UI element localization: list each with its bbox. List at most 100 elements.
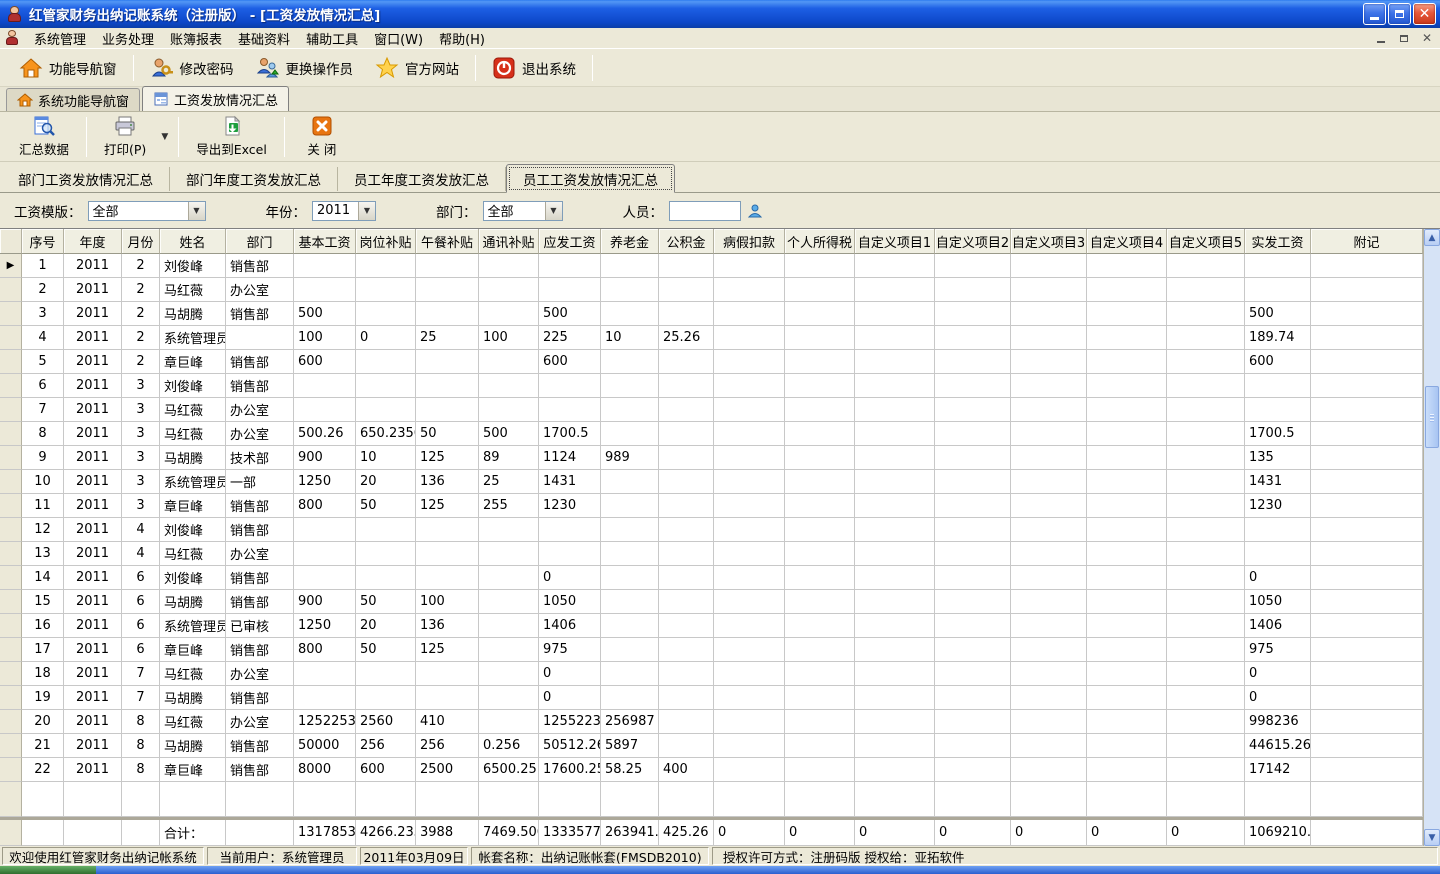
menu-reports[interactable]: 账簿报表: [162, 27, 230, 50]
column-header[interactable]: 午餐补贴: [416, 229, 479, 254]
close-button[interactable]: ✕: [1413, 3, 1436, 25]
tab-employee-salary[interactable]: 员工工资发放情况汇总: [506, 164, 675, 193]
menu-help[interactable]: 帮助(H): [431, 27, 493, 50]
table-row[interactable]: 1920117马胡腾销售部00: [0, 686, 1423, 710]
chevron-down-icon[interactable]: ▼: [188, 202, 205, 220]
cell: [1011, 662, 1087, 686]
column-header[interactable]: 月份: [122, 229, 160, 254]
cell: [1311, 446, 1423, 470]
column-header[interactable]: 序号: [22, 229, 64, 254]
template-select[interactable]: 全部 ▼: [88, 201, 206, 221]
year-select[interactable]: 2011 ▼: [312, 201, 376, 221]
cell: 600: [539, 350, 601, 374]
table-row[interactable]: 1520116马胡腾销售部9005010010501050: [0, 590, 1423, 614]
column-header[interactable]: 养老金: [601, 229, 659, 254]
summarize-data-button[interactable]: 汇总数据: [8, 112, 80, 161]
table-row[interactable]: ▶120112刘俊峰销售部: [0, 254, 1423, 278]
table-row[interactable]: 820113马红薇办公室500.26650.2356505001700.5170…: [0, 422, 1423, 446]
official-site-button[interactable]: 官方网站: [364, 51, 470, 85]
tab-nav-window[interactable]: 系统功能导航窗: [6, 88, 140, 111]
table-row[interactable]: 1120113章巨峰销售部8005012525512301230: [0, 494, 1423, 518]
table-row[interactable]: 320112马胡腾销售部500500500: [0, 302, 1423, 326]
print-button[interactable]: 打印(P): [93, 112, 157, 161]
totals-cell: [1311, 820, 1423, 846]
table-row[interactable]: 2220118章巨峰销售部800060025006500.2517600.255…: [0, 758, 1423, 782]
table-row[interactable]: 1220114刘俊峰销售部: [0, 518, 1423, 542]
column-header[interactable]: 年度: [64, 229, 122, 254]
column-header[interactable]: 部门: [226, 229, 294, 254]
menu-business[interactable]: 业务处理: [94, 27, 162, 50]
row-indicator-header: [0, 229, 22, 254]
column-header[interactable]: 基本工资: [294, 229, 356, 254]
scrollbar-thumb[interactable]: [1425, 386, 1439, 448]
change-password-button[interactable]: 修改密码: [139, 51, 245, 85]
mdi-minimize-button[interactable]: [1371, 30, 1391, 47]
dept-select[interactable]: 全部 ▼: [483, 201, 563, 221]
table-row[interactable]: 420112系统管理员1000251002251025.26189.74: [0, 326, 1423, 350]
column-header[interactable]: 实发工资: [1245, 229, 1311, 254]
chevron-down-icon[interactable]: ▼: [358, 202, 375, 220]
close-report-button[interactable]: 关 闭: [291, 112, 353, 161]
tab-salary-summary[interactable]: 工资发放情况汇总: [142, 86, 289, 111]
column-header[interactable]: 个人所得税: [785, 229, 855, 254]
cell: [601, 638, 659, 662]
table-row[interactable]: 1420116刘俊峰销售部00: [0, 566, 1423, 590]
vertical-scrollbar[interactable]: ▲ ▼: [1423, 229, 1440, 846]
tab-dept-salary[interactable]: 部门工资发放情况汇总: [2, 167, 170, 191]
tab-dept-annual[interactable]: 部门年度工资发放汇总: [170, 167, 338, 191]
table-row[interactable]: 1720116章巨峰销售部80050125975975: [0, 638, 1423, 662]
table-row[interactable]: 720113马红薇办公室: [0, 398, 1423, 422]
table-row[interactable]: 220112马红薇办公室: [0, 278, 1423, 302]
column-header[interactable]: 姓名: [160, 229, 226, 254]
tab-employee-annual[interactable]: 员工年度工资发放汇总: [338, 167, 506, 191]
column-header[interactable]: 附记: [1311, 229, 1423, 254]
chevron-down-icon[interactable]: ▼: [545, 202, 562, 220]
mdi-close-button[interactable]: ✕: [1417, 30, 1437, 47]
minimize-button[interactable]: [1363, 3, 1386, 25]
menu-tools[interactable]: 辅助工具: [298, 27, 366, 50]
menu-system[interactable]: 系统管理: [26, 27, 94, 50]
cell: [1311, 686, 1423, 710]
table-row[interactable]: 520112章巨峰销售部600600600: [0, 350, 1423, 374]
cell: [935, 374, 1011, 398]
table-row[interactable]: 620113刘俊峰销售部: [0, 374, 1423, 398]
table-row[interactable]: 920113马胡腾技术部90010125891124989135: [0, 446, 1423, 470]
column-header[interactable]: 公积金: [659, 229, 714, 254]
cell: 20: [22, 710, 64, 734]
table-row[interactable]: 1820117马红薇办公室00: [0, 662, 1423, 686]
column-header[interactable]: 应发工资: [539, 229, 601, 254]
switch-operator-button[interactable]: 更换操作员: [245, 51, 365, 85]
print-dropdown-arrow[interactable]: ▼: [157, 132, 172, 142]
scroll-up-icon[interactable]: ▲: [1424, 229, 1440, 246]
scroll-down-icon[interactable]: ▼: [1424, 829, 1440, 846]
column-header[interactable]: 自定义项目5: [1167, 229, 1245, 254]
export-excel-button[interactable]: 导出到Excel: [185, 112, 278, 161]
table-row[interactable]: 1320114马红薇办公室: [0, 542, 1423, 566]
column-header[interactable]: 自定义项目4: [1087, 229, 1167, 254]
exit-system-button[interactable]: 退出系统: [481, 51, 587, 85]
column-header[interactable]: 自定义项目3: [1011, 229, 1087, 254]
column-header[interactable]: 通讯补贴: [479, 229, 539, 254]
cell: 17: [22, 638, 64, 662]
mdi-restore-button[interactable]: [1394, 30, 1414, 47]
column-header[interactable]: 自定义项目2: [935, 229, 1011, 254]
cell: [416, 302, 479, 326]
table-row[interactable]: 2120118马胡腾销售部500002562560.25650512.26589…: [0, 734, 1423, 758]
scrollbar-track[interactable]: [1424, 246, 1440, 829]
person-icon[interactable]: [747, 203, 763, 219]
menu-window[interactable]: 窗口(W): [366, 27, 431, 50]
table-row[interactable]: 1020113系统管理员一部1250201362514311431: [0, 470, 1423, 494]
cell: [1011, 326, 1087, 350]
column-header[interactable]: 岗位补贴: [356, 229, 416, 254]
person-input[interactable]: [669, 201, 741, 221]
restore-button[interactable]: [1388, 3, 1411, 25]
menu-basedata[interactable]: 基础资料: [230, 27, 298, 50]
cell: [356, 782, 416, 817]
table-row[interactable]: 2020118马红薇办公室125225325604101255223256987…: [0, 710, 1423, 734]
toolbar-separator: [86, 117, 87, 157]
cell: [416, 254, 479, 278]
column-header[interactable]: 自定义项目1: [855, 229, 935, 254]
table-row[interactable]: 1620116系统管理员已审核12502013614061406: [0, 614, 1423, 638]
nav-window-button[interactable]: 功能导航窗: [8, 51, 128, 85]
column-header[interactable]: 病假扣款: [714, 229, 785, 254]
